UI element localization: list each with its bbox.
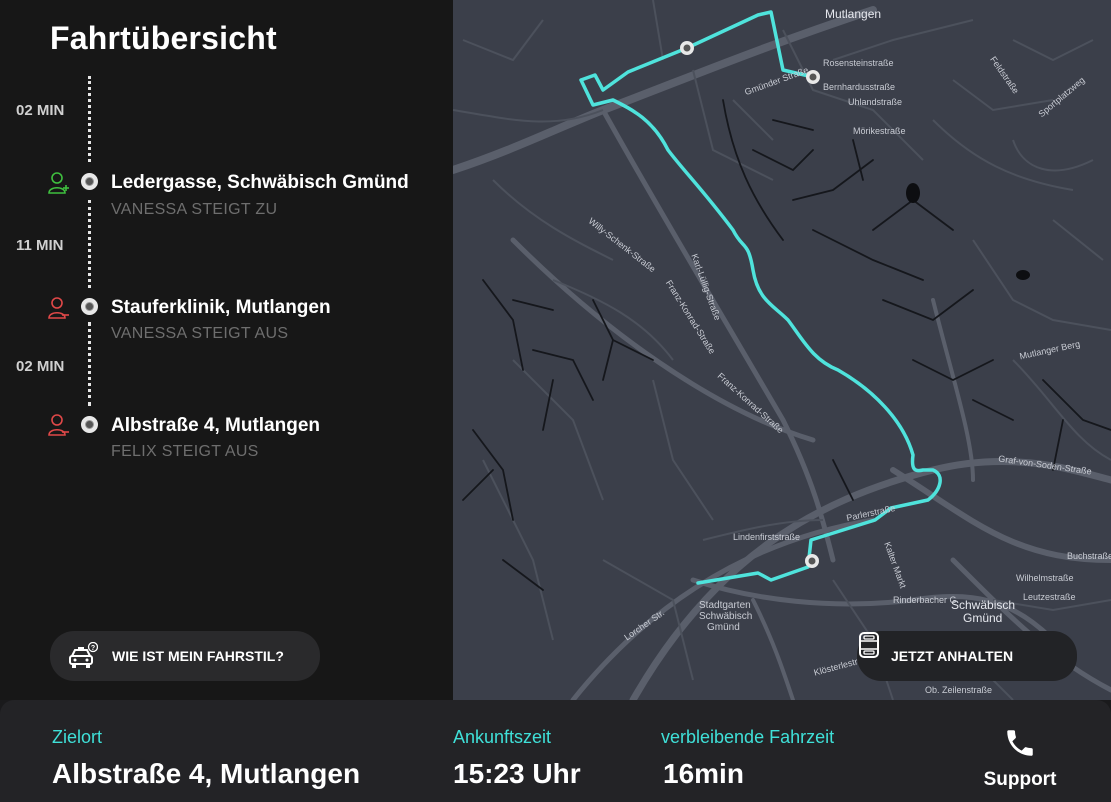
support-button[interactable]: Support: [970, 726, 1070, 791]
segment-duration: 02 MIN: [16, 102, 65, 119]
map-label: Gmünd: [707, 622, 740, 633]
map-label: Buchstraße: [1067, 551, 1111, 561]
timeline-dots: [88, 200, 92, 288]
map-label: Lindenfirststraße: [733, 532, 801, 542]
map-label: Stadtgarten: [699, 600, 751, 611]
arrival-value: 15:23 Uhr: [453, 758, 581, 789]
map-label: Mutlangen: [825, 7, 882, 21]
map-label: Schwäbisch: [951, 598, 1016, 612]
map-canvas: [453, 0, 1111, 700]
map-label: Wilhelmstraße: [1016, 573, 1074, 583]
taxi-question-icon: ?: [69, 642, 98, 668]
phone-icon: [1007, 730, 1033, 756]
stop-marker: [81, 298, 98, 315]
stop-name: Stauferklinik, Mutlangen: [111, 297, 331, 318]
stop-name: Albstraße 4, Mutlangen: [111, 415, 321, 436]
map-label: Gmünd: [963, 611, 1003, 625]
destination-label: Zielort: [52, 727, 103, 747]
stop-action: VANESSA STEIGT AUS: [111, 325, 289, 342]
trip-info-bar: Zielort Albstraße 4, Mutlangen Ankunftsz…: [0, 700, 1111, 802]
route-map[interactable]: Mutlangen Gmünder Straße Willy-Schenk-St…: [453, 0, 1111, 700]
segment-duration: 11 MIN: [16, 237, 64, 254]
map-label: Uhlandstraße: [848, 97, 903, 107]
route-stop-marker[interactable]: [680, 41, 694, 55]
car-stop-icon: [859, 632, 879, 658]
destination-value: Albstraße 4, Mutlangen: [52, 758, 361, 789]
lake: [906, 183, 920, 203]
stop-action: VANESSA STEIGT ZU: [111, 201, 278, 218]
timeline-dots: [88, 76, 92, 162]
driving-style-button[interactable]: ? WIE IST MEIN FAHRSTIL?: [50, 631, 320, 681]
stop-name: Ledergasse, Schwäbisch Gmünd: [111, 172, 409, 193]
person-add-icon: [48, 172, 69, 194]
stop-now-label: JETZT ANHALTEN: [891, 648, 1014, 664]
map-label: Schwäbisch: [699, 611, 753, 622]
map-label: Bernhardusstraße: [823, 82, 896, 92]
map-label: Mörikestraße: [853, 126, 906, 136]
timeline-dots: [88, 322, 92, 406]
ride-overview-panel: Fahrtübersicht 02 MIN 11 MIN 02 MIN Lede…: [0, 0, 453, 700]
svg-text:?: ?: [91, 645, 95, 652]
map-label: Leutzestraße: [1023, 592, 1076, 602]
map-label: Ob. Zeilenstraße: [925, 685, 993, 695]
stop-marker: [81, 173, 98, 190]
arrival-label: Ankunftszeit: [453, 727, 552, 747]
person-remove-icon: [48, 297, 69, 319]
remaining-time-label: verbleibende Fahrzeit: [661, 727, 835, 747]
person-remove-icon: [48, 414, 69, 436]
stop-now-button[interactable]: JETZT ANHALTEN: [857, 631, 1077, 681]
stop-marker: [81, 416, 98, 433]
driving-style-label: WIE IST MEIN FAHRSTIL?: [112, 648, 284, 664]
stop-action: FELIX STEIGT AUS: [111, 443, 259, 460]
page-title: Fahrtübersicht: [50, 20, 277, 56]
remaining-time-value: 16min: [663, 758, 744, 789]
support-label: Support: [983, 769, 1057, 790]
lake: [1016, 270, 1030, 280]
map-label: Rinderbacher G.: [893, 595, 960, 605]
map-label: Rosensteinstraße: [823, 58, 894, 68]
segment-duration: 02 MIN: [16, 358, 65, 375]
route-stop-marker[interactable]: [805, 554, 819, 568]
